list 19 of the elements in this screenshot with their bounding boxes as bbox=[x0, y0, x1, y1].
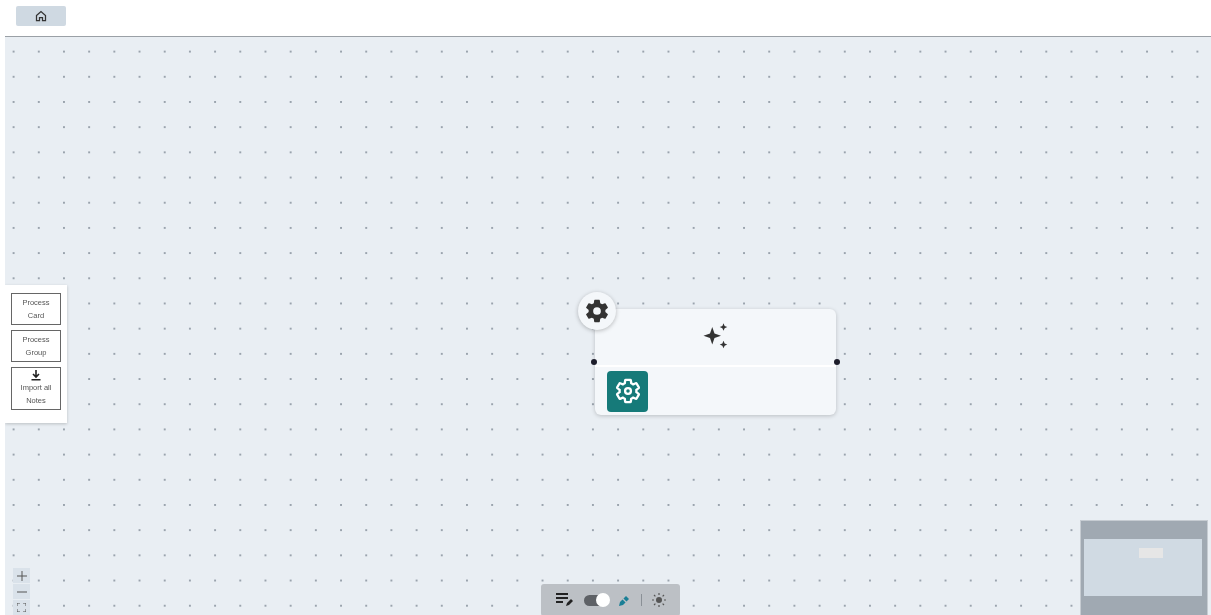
gear-icon bbox=[613, 377, 642, 405]
pencil-icon bbox=[617, 593, 631, 607]
list-edit-icon bbox=[555, 593, 574, 607]
download-icon bbox=[31, 370, 41, 381]
home-icon bbox=[35, 10, 47, 22]
sun-icon bbox=[651, 593, 666, 607]
gear-icon bbox=[583, 297, 611, 325]
fullscreen-icon bbox=[17, 603, 26, 612]
theme-button[interactable] bbox=[651, 593, 666, 607]
minus-icon bbox=[16, 590, 27, 593]
settings-button[interactable] bbox=[578, 292, 616, 330]
toggle-switch[interactable] bbox=[583, 594, 608, 606]
home-button[interactable] bbox=[16, 6, 66, 26]
connection-handle[interactable] bbox=[834, 359, 840, 365]
edit-list-button[interactable] bbox=[555, 593, 574, 607]
pencil-button[interactable] bbox=[617, 593, 631, 607]
connection-handle[interactable] bbox=[591, 359, 597, 365]
plus-icon bbox=[16, 570, 27, 581]
node-card[interactable] bbox=[595, 309, 836, 415]
